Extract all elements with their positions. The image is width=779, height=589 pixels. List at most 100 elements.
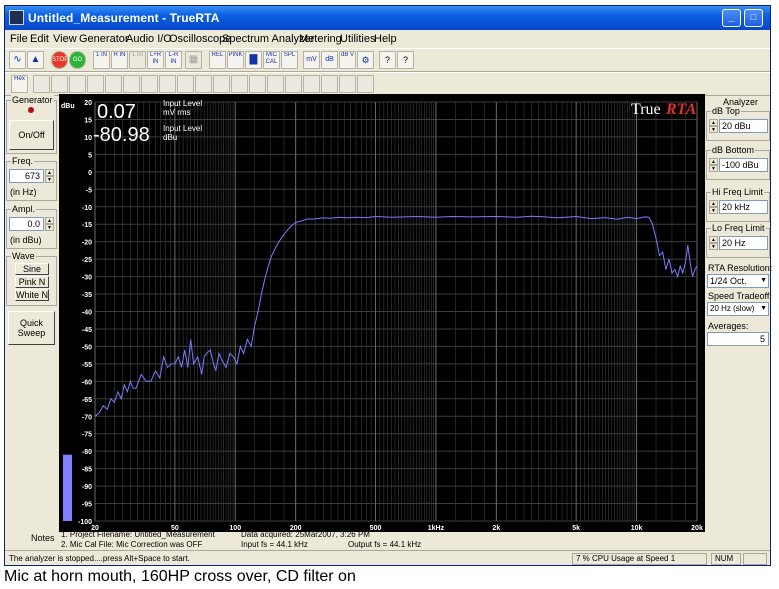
spectrum-button[interactable]: ▲ bbox=[27, 51, 44, 69]
mv-units-button[interactable]: mV bbox=[303, 51, 320, 69]
db-bottom-group: dB Bottom ▲ ▼ -100 dBu bbox=[706, 145, 770, 180]
oscilloscope-button[interactable]: ∿ bbox=[9, 51, 26, 69]
preset-button-17[interactable] bbox=[321, 75, 338, 93]
stop-button[interactable]: STOP bbox=[51, 51, 68, 69]
lo-freq-down-icon[interactable]: ▼ bbox=[709, 243, 718, 250]
hi-freq-label: Hi Freq Limit bbox=[711, 187, 765, 197]
generator-onoff-button[interactable]: On/Off bbox=[9, 120, 54, 150]
preset-button-16[interactable] bbox=[303, 75, 320, 93]
y-axis-label: dBu bbox=[61, 103, 75, 110]
preset-button-19[interactable] bbox=[357, 75, 374, 93]
db-units-button[interactable]: dB bbox=[321, 51, 338, 69]
pink-weight-button[interactable]: PINK bbox=[227, 51, 244, 69]
mic-cal-button[interactable]: MIC CAL bbox=[263, 51, 280, 69]
preset-button-4[interactable] bbox=[87, 75, 104, 93]
preset-button-7[interactable] bbox=[141, 75, 158, 93]
menu-help[interactable]: Help bbox=[374, 33, 397, 45]
pink-noise-button[interactable]: Pink N bbox=[15, 276, 49, 288]
menu-view[interactable]: View bbox=[53, 33, 77, 45]
figure-caption: Mic at horn mouth, 160HP cross over, CD … bbox=[4, 568, 356, 585]
readout-mv-value: 0.07 bbox=[97, 101, 136, 123]
y-tick-label: -10 bbox=[82, 205, 92, 212]
menu-generator[interactable]: Generator bbox=[79, 33, 129, 45]
lo-freq-input[interactable]: 20 Hz bbox=[719, 236, 768, 250]
l-plus-r-input-button[interactable]: L+R IN bbox=[147, 51, 164, 69]
ampl-up-icon[interactable]: ▲ bbox=[45, 217, 54, 224]
hi-freq-up-icon[interactable]: ▲ bbox=[709, 200, 718, 207]
preset-button-2[interactable] bbox=[51, 75, 68, 93]
dbv-units-button[interactable]: dB V bbox=[339, 51, 356, 69]
go-button[interactable]: GO bbox=[69, 51, 86, 69]
grid-button[interactable]: ▦ bbox=[185, 51, 202, 69]
title-bar[interactable]: Untitled_Measurement - TrueRTA _ □ bbox=[5, 6, 770, 30]
db-bottom-up-icon[interactable]: ▲ bbox=[709, 158, 718, 165]
spectrum-display[interactable]: 20 15 10 5 0 -5 -10 -15 -20 -25 -30 -35 -40 -45 -50 -55… bbox=[59, 94, 705, 532]
right-input-button[interactable]: R IN bbox=[111, 51, 128, 69]
y-tick-label: -75 bbox=[82, 432, 92, 439]
freq-down-icon[interactable]: ▼ bbox=[45, 176, 54, 183]
menu-audio-io[interactable]: Audio I/O bbox=[126, 33, 172, 45]
preset-button-11[interactable] bbox=[213, 75, 230, 93]
ampl-input[interactable]: 0.0 bbox=[9, 217, 44, 231]
hex-preset-button[interactable]: Hex bbox=[11, 75, 28, 93]
rel-button[interactable]: REL bbox=[209, 51, 226, 69]
menu-metering[interactable]: Metering bbox=[299, 33, 342, 45]
preset-toolbar: Hex bbox=[5, 72, 770, 96]
db-top-up-icon[interactable]: ▲ bbox=[709, 119, 718, 126]
averages-input[interactable]: 5 bbox=[707, 332, 769, 346]
preset-button-9[interactable] bbox=[177, 75, 194, 93]
quick-sweep-button[interactable]: Quick Sweep bbox=[8, 311, 55, 345]
input-button[interactable]: 1 IN bbox=[129, 51, 146, 69]
freq-up-icon[interactable]: ▲ bbox=[45, 169, 54, 176]
menu-utilities[interactable]: Utilities bbox=[340, 33, 375, 45]
preset-button-3[interactable] bbox=[69, 75, 86, 93]
preset-button-6[interactable] bbox=[123, 75, 140, 93]
preset-button-5[interactable] bbox=[105, 75, 122, 93]
ampl-down-icon[interactable]: ▼ bbox=[45, 224, 54, 231]
hi-freq-down-icon[interactable]: ▼ bbox=[709, 207, 718, 214]
preset-button-13[interactable] bbox=[249, 75, 266, 93]
context-help-button[interactable]: ? bbox=[397, 51, 414, 69]
minimize-button[interactable]: _ bbox=[722, 9, 741, 27]
lo-freq-label: Lo Freq Limit bbox=[711, 223, 766, 233]
help-button[interactable]: ? bbox=[379, 51, 396, 69]
status-message: The analyzer is stopped....press Alt+Spa… bbox=[9, 554, 190, 563]
page: { "window": { "title": "Untitled_Measure… bbox=[0, 0, 779, 589]
speed-tradeoff-dropdown-icon[interactable]: ▼ bbox=[760, 303, 767, 315]
notes-bar: Notes 1. Project Filename: Untitled_Meas… bbox=[5, 527, 770, 551]
ampl-group: Ampl. 0.0 ▲ ▼ (in dBu) bbox=[6, 204, 57, 249]
db-top-down-icon[interactable]: ▼ bbox=[709, 126, 718, 133]
left-input-button[interactable]: 1 IN bbox=[93, 51, 110, 69]
readout-dbu-value: -80.98 bbox=[93, 124, 150, 146]
preset-button-14[interactable] bbox=[267, 75, 284, 93]
sine-wave-button[interactable]: Sine bbox=[15, 263, 49, 275]
hi-freq-input[interactable]: 20 kHz bbox=[719, 200, 768, 214]
bar-display-button[interactable]: ▇ bbox=[245, 51, 262, 69]
lo-freq-up-icon[interactable]: ▲ bbox=[709, 236, 718, 243]
l-minus-r-input-button[interactable]: L-R IN bbox=[165, 51, 182, 69]
menu-file[interactable]: File bbox=[10, 33, 28, 45]
notes-output-fs: Output fs = 44.1 kHz bbox=[348, 540, 422, 549]
maximize-button[interactable]: □ bbox=[744, 9, 763, 27]
db-bottom-input[interactable]: -100 dBu bbox=[719, 158, 768, 172]
preset-button-8[interactable] bbox=[159, 75, 176, 93]
preset-button-15[interactable] bbox=[285, 75, 302, 93]
white-noise-button[interactable]: White N bbox=[15, 289, 49, 301]
speed-tradeoff-select[interactable]: 20 Hz (slow) ▼ bbox=[707, 302, 769, 316]
db-bottom-down-icon[interactable]: ▼ bbox=[709, 165, 718, 172]
db-top-input[interactable]: 20 dBu bbox=[719, 119, 768, 133]
preset-button-12[interactable] bbox=[231, 75, 248, 93]
freq-input[interactable]: 673 bbox=[9, 169, 44, 183]
rta-resolution-dropdown-icon[interactable]: ▼ bbox=[760, 275, 767, 287]
preset-button-1[interactable] bbox=[33, 75, 50, 93]
y-tick-label: -20 bbox=[82, 240, 92, 247]
preset-button-18[interactable] bbox=[339, 75, 356, 93]
app-window: Untitled_Measurement - TrueRTA _ □ File … bbox=[4, 5, 772, 566]
menu-edit[interactable]: Edit bbox=[30, 33, 49, 45]
wave-label: Wave bbox=[11, 251, 36, 261]
freq-group: Freq. 673 ▲ ▼ (in Hz) bbox=[6, 156, 57, 201]
settings-button[interactable]: ⚙ bbox=[357, 51, 374, 69]
preset-button-10[interactable] bbox=[195, 75, 212, 93]
rta-resolution-select[interactable]: 1/24 Oct. ▼ bbox=[707, 274, 769, 288]
spl-button[interactable]: SPL bbox=[281, 51, 298, 69]
